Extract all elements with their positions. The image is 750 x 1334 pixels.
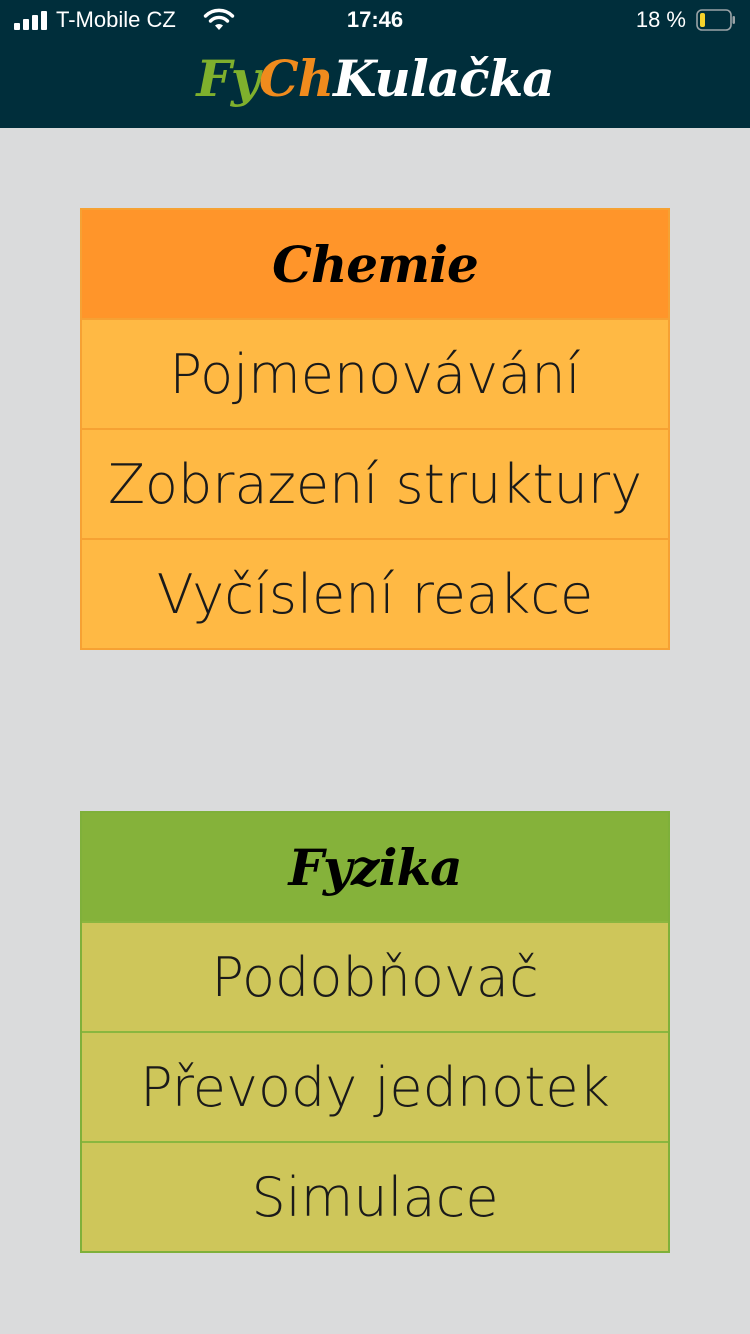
- app-logo-title: FyChKulačka: [0, 42, 750, 116]
- app-title-ch: Ch: [258, 49, 334, 108]
- menu-item-label: Simulace: [251, 1165, 499, 1229]
- category-header-fyzika: Fyzika: [82, 813, 668, 921]
- menu-item-vycisleni-reakce[interactable]: Vyčíslení reakce: [82, 538, 668, 648]
- menu-item-prevody-jednotek[interactable]: Převody jednotek: [82, 1031, 668, 1141]
- menu-item-podobnovac[interactable]: Podobňovač: [82, 921, 668, 1031]
- menu-item-label: Podobňovač: [211, 945, 539, 1009]
- menu-item-label: Převody jednotek: [140, 1055, 610, 1119]
- menu-item-zobrazeni-struktury[interactable]: Zobrazení struktury: [82, 428, 668, 538]
- category-header-chemie: Chemie: [82, 210, 668, 318]
- menu-item-label: Zobrazení struktury: [107, 452, 643, 516]
- category-card-chemie: Chemie Pojmenovávání Zobrazení struktury…: [80, 208, 670, 650]
- menu-item-pojmenovavani[interactable]: Pojmenovávání: [82, 318, 668, 428]
- category-card-fyzika: Fyzika Podobňovač Převody jednotek Simul…: [80, 811, 670, 1253]
- menu-item-label: Vyčíslení reakce: [156, 562, 594, 626]
- battery-percentage: 18 %: [635, 7, 686, 32]
- app-title-kulacka: Kulačka: [333, 49, 555, 108]
- battery-icon: [696, 9, 735, 31]
- app-header: T-Mobile CZ 17:46 18 % FyChKulačka: [0, 0, 750, 128]
- menu-item-label: Pojmenovávání: [169, 342, 581, 406]
- status-bar: T-Mobile CZ 17:46 18 %: [0, 0, 750, 40]
- app-screen: T-Mobile CZ 17:46 18 % FyChKulačka Chemi…: [0, 0, 750, 1334]
- app-title-fy: Fy: [196, 49, 260, 108]
- menu-item-simulace[interactable]: Simulace: [82, 1141, 668, 1251]
